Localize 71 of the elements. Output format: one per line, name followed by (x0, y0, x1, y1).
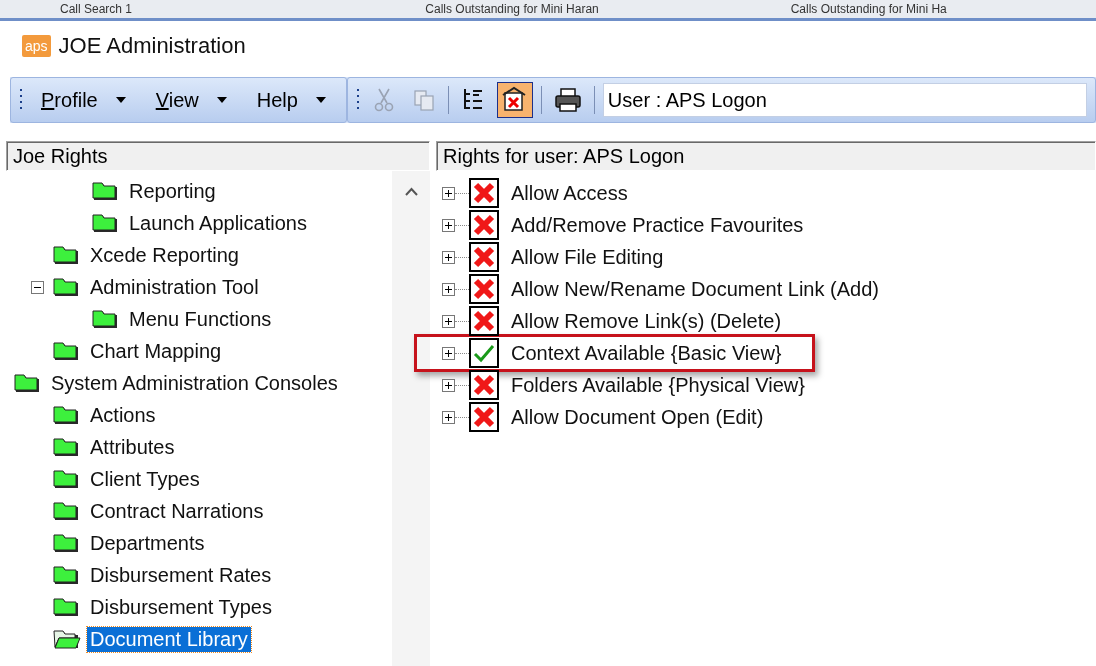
panel-header: Joe Rights (6, 141, 430, 171)
tree-item[interactable]: Reporting (126, 178, 219, 204)
cross-icon[interactable] (469, 178, 499, 208)
caret-icon[interactable] (115, 97, 126, 103)
folder-icon (53, 500, 81, 522)
window-title: JOE Administration (58, 33, 246, 59)
background-tab[interactable]: Calls Outstanding for Mini Haran (365, 0, 731, 18)
expand-icon[interactable] (442, 250, 455, 264)
tree-item[interactable]: Menu Functions (126, 306, 275, 332)
tree-item[interactable]: Xcede Reporting (87, 242, 242, 268)
folder-icon (53, 404, 81, 426)
right-label: Allow Access (511, 181, 628, 205)
caret-icon[interactable] (315, 97, 326, 103)
cross-icon[interactable] (469, 306, 499, 336)
tree-item[interactable]: Disbursement Types (87, 594, 275, 620)
tree-item[interactable]: Contract Narrations (87, 498, 267, 524)
scroll-up-icon[interactable] (404, 187, 418, 196)
right-label: Add/Remove Practice Favourites (511, 213, 804, 237)
tree-item[interactable]: Chart Mapping (87, 338, 225, 364)
right-label: Allow Remove Link(s) (Delete) (511, 309, 782, 333)
folder-icon (92, 180, 120, 202)
folder-icon (53, 276, 81, 298)
cross-icon[interactable] (469, 242, 499, 272)
folder-icon (92, 308, 120, 330)
menu-button[interactable]: Profile (33, 84, 106, 116)
expand-icon[interactable] (442, 282, 455, 296)
right-label: Allow File Editing (511, 245, 664, 269)
folder-icon (53, 468, 81, 490)
tree-item[interactable]: Attributes (87, 434, 178, 460)
collapse-icon[interactable] (31, 280, 44, 294)
right-label: Allow New/Rename Document Link (Add) (511, 277, 879, 301)
expand-icon[interactable] (442, 410, 455, 424)
folder-icon (53, 564, 81, 586)
right-label: Folders Available {Physical View} (511, 373, 805, 397)
cross-icon[interactable] (469, 274, 499, 304)
tree-item[interactable]: System Administration Consoles (48, 370, 341, 396)
tree-item[interactable]: Launch Applications (126, 210, 310, 236)
caret-icon[interactable] (216, 97, 227, 103)
cross-icon[interactable] (469, 210, 499, 240)
tree-item[interactable]: Client Types (87, 466, 203, 492)
background-tab[interactable]: Calls Outstanding for Mini Ha (730, 0, 1096, 18)
right-label: Context Available {Basic View} (511, 341, 782, 365)
folder-icon (53, 340, 81, 362)
background-tab[interactable]: Call Search 1 (0, 0, 366, 18)
cross-icon[interactable] (469, 402, 499, 432)
expand-icon[interactable] (442, 314, 455, 328)
tree-item[interactable]: Document Library (87, 626, 251, 652)
checkmark-icon[interactable] (469, 338, 499, 368)
folder-icon (53, 436, 81, 458)
expand-icon[interactable] (442, 218, 455, 232)
folder-icon (53, 596, 81, 618)
tree-item[interactable]: Administration Tool (87, 274, 262, 300)
folder-icon (14, 372, 42, 394)
tree-item[interactable]: Disbursement Rates (87, 562, 275, 588)
user-field[interactable]: User : APS Logon (602, 83, 1087, 117)
app-logo: aps (22, 35, 51, 57)
right-label: Allow Document Open (Edit) (511, 405, 764, 429)
tree-item[interactable]: Actions (87, 402, 159, 428)
tree-item[interactable]: Departments (87, 530, 208, 556)
expand-icon[interactable] (442, 186, 455, 200)
cross-icon[interactable] (469, 370, 499, 400)
expand-icon[interactable] (442, 346, 455, 360)
folder-icon (53, 244, 81, 266)
folder-icon (92, 212, 120, 234)
expand-icon[interactable] (442, 378, 455, 392)
menu-button[interactable]: View (147, 84, 207, 116)
folder-icon (53, 532, 81, 554)
menu-button[interactable]: Help (248, 84, 306, 116)
open-folder-icon (53, 628, 81, 650)
panel-header: Rights for user: APS Logon (436, 141, 1096, 171)
rights-icon[interactable] (496, 82, 533, 118)
